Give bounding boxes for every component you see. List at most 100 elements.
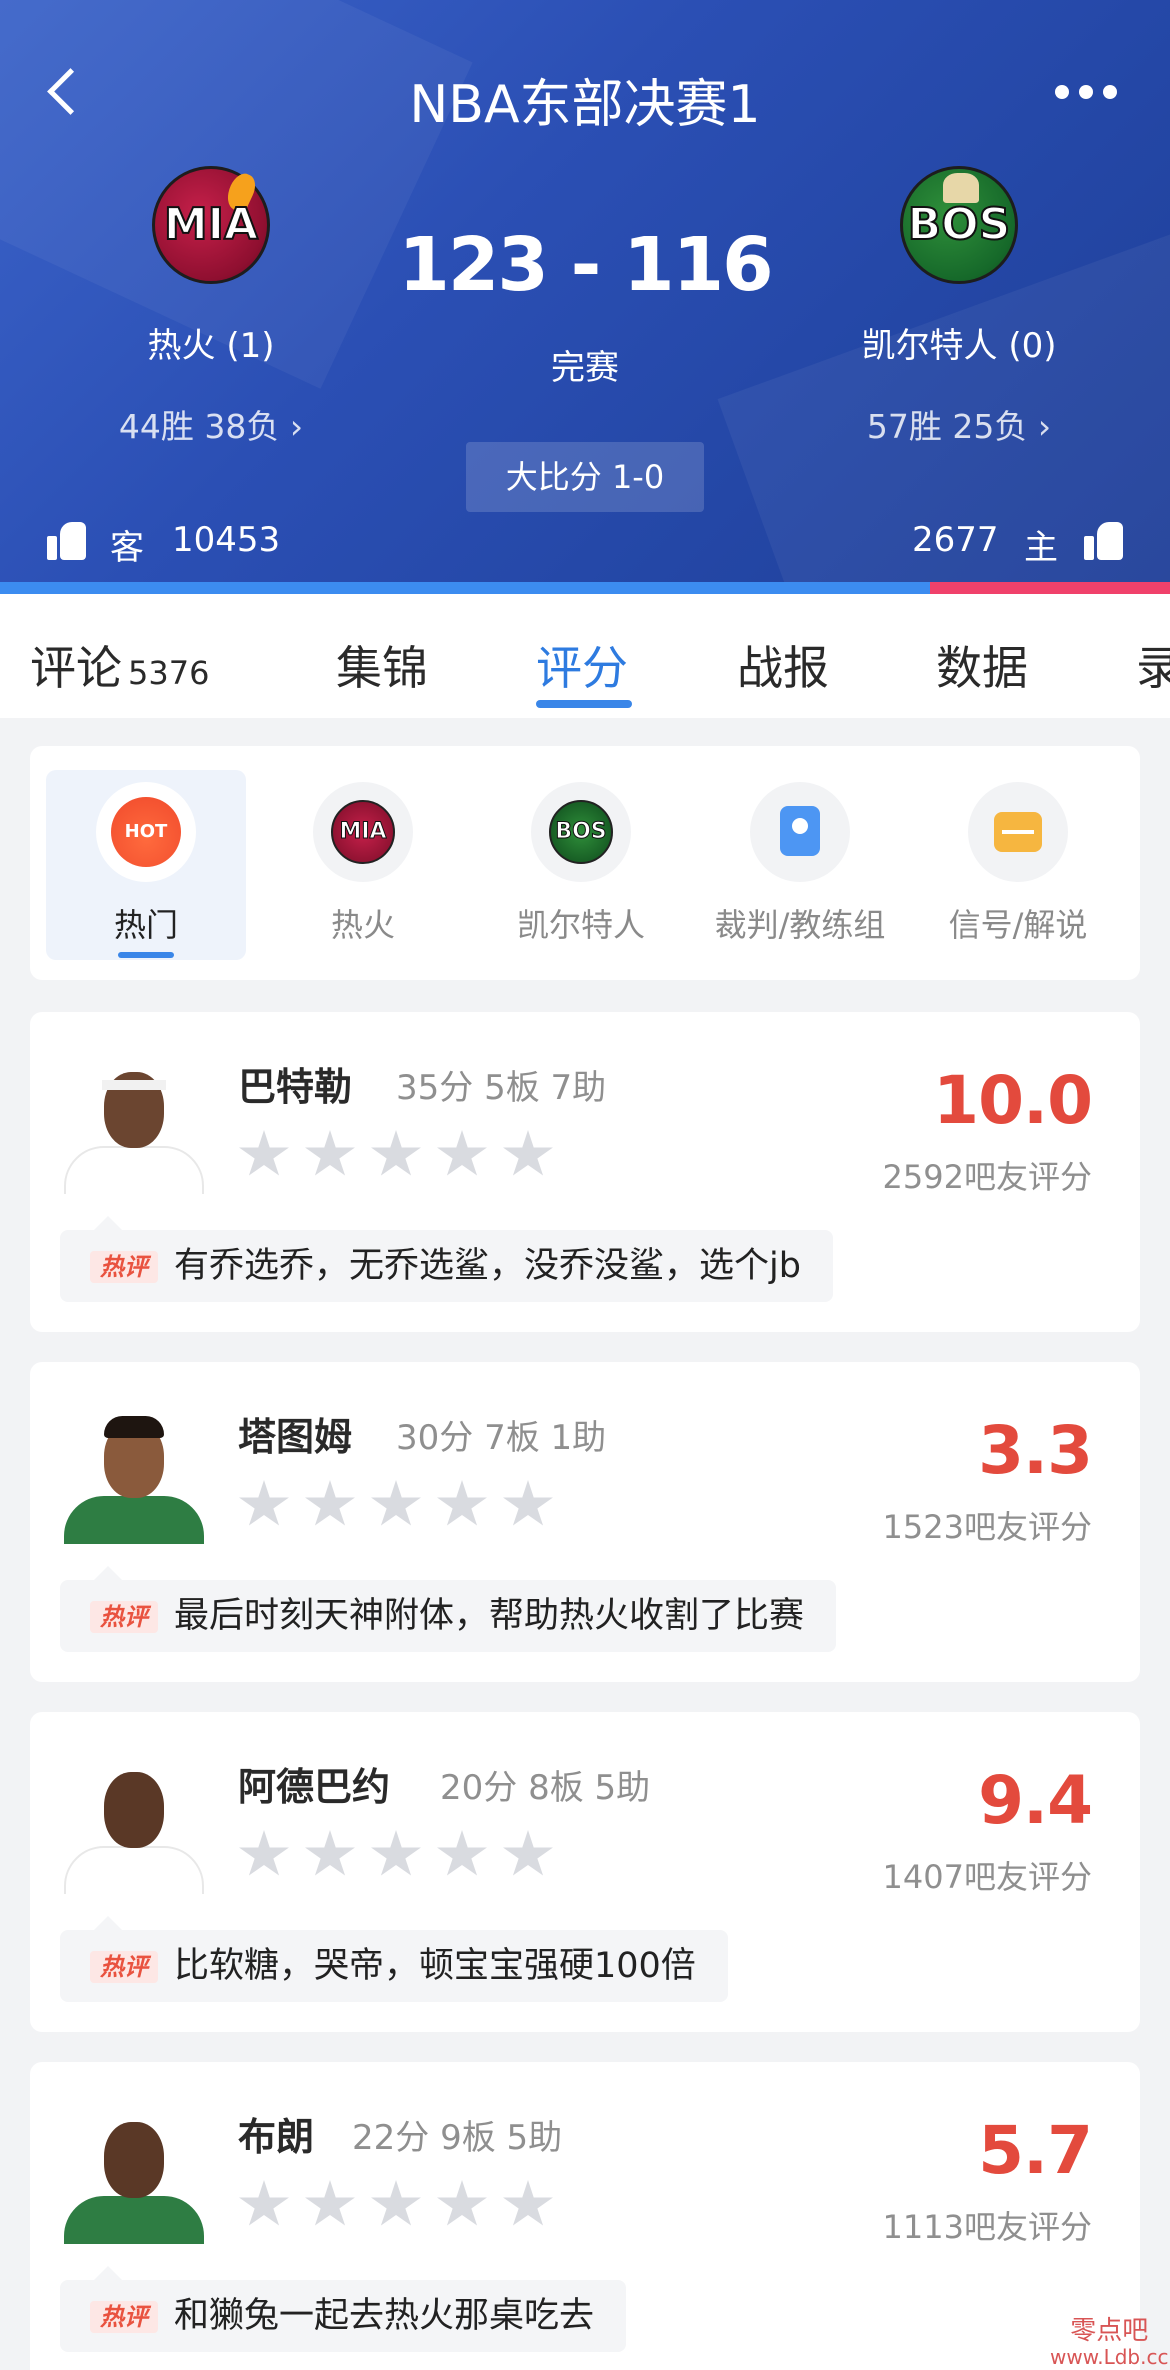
thumbs-up-icon[interactable] [1084,520,1124,560]
hot-icon: HOT [96,782,196,882]
player-rating: 3.3 [978,1412,1093,1489]
referee-badge-icon [780,806,820,856]
player-rating: 10.0 [933,1062,1093,1139]
headband [102,1080,166,1090]
tab-stats[interactable]: 数据 [936,632,1028,698]
comment-text: 有乔选乔，无乔选鲨，没乔没鲨，选个jb [174,1246,801,1286]
player-name: 巴特勒 [238,1065,353,1109]
series-score: 大比分 1-0 [466,442,704,512]
celtics-mini-logo: BOS [549,800,613,864]
away-team-record[interactable]: 57胜 25负 › [829,400,1089,448]
hot-comment[interactable]: 热评 和獭兔一起去热火那桌吃去 [60,2266,627,2352]
star-icon[interactable] [371,2180,421,2226]
watermark-line: 零点吧 [1070,2316,1149,2346]
more-options-button[interactable] [1055,82,1121,102]
star-icon[interactable] [239,2180,289,2226]
rating-count: 1523吧友评分 [882,1508,1092,1546]
tab-label: 录 [1136,641,1170,695]
tab-report[interactable]: 战报 [737,632,829,698]
star-icon[interactable] [371,1130,421,1176]
video-signal-icon [994,812,1042,852]
rating-count: 2592吧友评分 [882,1158,1092,1196]
star-icon[interactable] [305,1830,355,1876]
jersey [64,1846,204,1894]
player-avatar [60,1746,208,1894]
vote-bar-away [0,582,930,594]
dot-icon [1103,85,1117,99]
dot-icon [1055,85,1069,99]
star-icon[interactable] [239,1830,289,1876]
heat-logo-icon: MIA [313,782,413,882]
vote-bar-home [930,582,1170,594]
star-icon[interactable] [503,1830,553,1876]
thumbs-up-icon[interactable] [47,520,87,560]
hot-comment[interactable]: 热评 有乔选乔，无乔选鲨，没乔没鲨，选个jb [60,1216,833,1302]
tab-label: 评分 [536,641,628,695]
star-icon[interactable] [239,1480,289,1526]
final-score: 123 - 116 [398,222,773,308]
player-name: 布朗 [238,2115,315,2159]
filter-label: 凯尔特人 [516,906,645,944]
hot-comment-tag: 热评 [90,1251,158,1283]
comment-text: 和獭兔一起去热火那桌吃去 [174,2296,595,2336]
referee-icon [750,782,850,882]
filter-label: 信号/解说 [948,906,1088,944]
match-header: NBA东部决赛1 MIA BOS 热火 (1) 凯尔特人 (0) 44胜 38负… [0,0,1170,582]
head [104,2122,164,2198]
filter-label: 裁判/教练组 [714,906,886,944]
player-card[interactable]: 巴特勒 35分 5板 7助 10.0 2592吧友评分 热评 有乔选乔，无乔选鲨… [30,1012,1140,1332]
star-icon[interactable] [305,1130,355,1176]
player-avatar [60,1396,208,1544]
star-icon[interactable] [437,2180,487,2226]
star-icon[interactable] [437,1830,487,1876]
star-icon[interactable] [503,1480,553,1526]
star-icon[interactable] [503,1130,553,1176]
tab-ratings[interactable]: 评分 [536,632,628,698]
player-stats: 20分 8板 5助 [440,1768,651,1808]
star-icon[interactable] [305,1480,355,1526]
filter-broadcast[interactable]: 信号/解说 [918,770,1118,960]
star-icon[interactable] [503,2180,553,2226]
filter-hot[interactable]: HOT 热门 [46,770,246,960]
watermark: 零点吧 www.Ldb.cc [1050,2318,1168,2370]
star-icon[interactable] [371,1480,421,1526]
star-icon[interactable] [239,1130,289,1176]
player-name: 塔图姆 [238,1415,353,1459]
celtics-logo-icon: BOS [531,782,631,882]
dot-icon [1079,85,1093,99]
vote-away-label: 客 [110,528,144,568]
filter-label: 热火 [330,906,395,944]
head [104,1772,164,1848]
hair [104,1416,164,1438]
player-card[interactable]: 阿德巴约 20分 8板 5助 9.4 1407吧友评分 热评 比软糖，哭帝，顿宝… [30,1712,1140,2032]
rating-filter-card: HOT 热门 MIA 热火 BOS 凯尔特人 裁判/教练组 信号/解说 [30,746,1140,980]
vote-away-count: 10453 [172,520,281,560]
player-stats: 22分 9板 5助 [352,2118,563,2158]
hot-comment[interactable]: 热评 比软糖，哭帝，顿宝宝强硬100倍 [60,1916,728,2002]
watermark-url: www.Ldb.cc [1050,2345,1169,2369]
page-title: NBA东部决赛1 [409,75,761,135]
star-icon[interactable] [371,1830,421,1876]
star-icon[interactable] [437,1130,487,1176]
player-card[interactable]: 布朗 22分 9板 5助 5.7 1113吧友评分 热评 和獭兔一起去热火那桌吃… [30,2062,1140,2370]
comment-text: 最后时刻天神附体，帮助热火收割了比赛 [174,1596,805,1636]
home-team-record[interactable]: 44胜 38负 › [81,400,341,448]
filter-referees[interactable]: 裁判/教练组 [700,770,900,960]
rating-count: 1113吧友评分 [882,2208,1092,2246]
tab-record[interactable]: 录 [1136,632,1170,698]
star-icon[interactable] [305,2180,355,2226]
rating-count: 1407吧友评分 [882,1858,1092,1896]
player-card[interactable]: 塔图姆 30分 7板 1助 3.3 1523吧友评分 热评 最后时刻天神附体，帮… [30,1362,1140,1682]
hot-comment-tag: 热评 [90,1951,158,1983]
hot-badge: HOT [111,797,181,867]
filter-heat[interactable]: MIA 热火 [263,770,463,960]
tab-highlights[interactable]: 集锦 [336,632,428,698]
jersey [64,1146,204,1194]
tab-label: 战报 [737,641,829,695]
hot-comment[interactable]: 热评 最后时刻天神附体，帮助热火收割了比赛 [60,1566,837,1652]
comment-text: 比软糖，哭帝，顿宝宝强硬100倍 [174,1946,696,1986]
tab-comments[interactable]: 评论 5376 [30,632,209,698]
star-icon[interactable] [437,1480,487,1526]
heat-mini-logo: MIA [331,800,395,864]
filter-celtics[interactable]: BOS 凯尔特人 [481,770,681,960]
